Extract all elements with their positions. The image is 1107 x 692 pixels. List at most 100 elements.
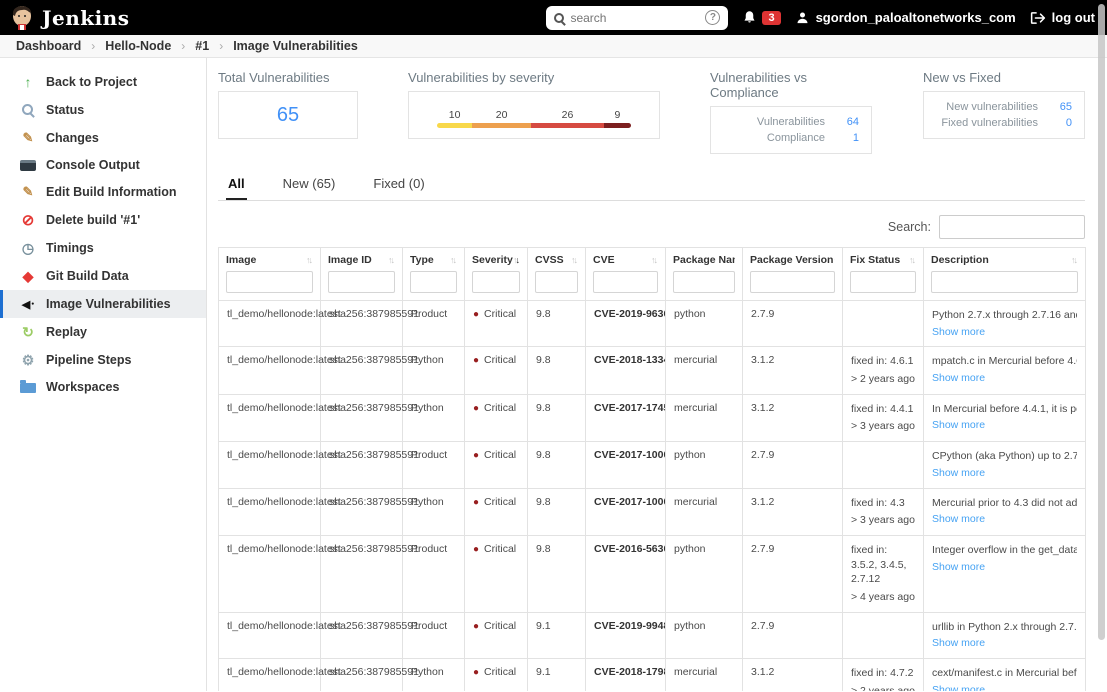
critical-dot-icon: ● xyxy=(473,543,480,555)
user-menu[interactable]: sgordon_paloaltonetworks_com xyxy=(795,10,1016,25)
column-filter-input[interactable] xyxy=(673,271,735,293)
cell-cvss: 9.8 xyxy=(527,393,586,443)
tab-all[interactable]: All xyxy=(226,170,247,200)
column-header-fix-status[interactable]: Fix Status ↑↓ xyxy=(842,247,924,301)
table-row[interactable]: tl_demo/hellonode:latest sha256:38798559… xyxy=(218,393,1086,443)
breadcrumb-dashboard[interactable]: Dashboard xyxy=(16,39,81,53)
table-row[interactable]: tl_demo/hellonode:latest sha256:38798559… xyxy=(218,441,1086,489)
severity-card: Vulnerabilities by severity 10 20 26 9 xyxy=(408,70,660,154)
breadcrumb-job[interactable]: Hello-Node xyxy=(105,39,171,53)
search-help-icon[interactable]: ? xyxy=(705,10,721,25)
sidebar-item[interactable]: Delete build '#1' xyxy=(0,206,206,234)
sort-icon[interactable]: ↑↓ xyxy=(651,255,658,265)
table-search-input[interactable] xyxy=(939,215,1085,239)
sidebar-item[interactable]: Status xyxy=(0,96,206,124)
breadcrumb-build[interactable]: #1 xyxy=(195,39,209,53)
show-more-link[interactable]: Show more xyxy=(932,325,985,340)
sidebar-item-label: Back to Project xyxy=(46,75,138,89)
twistlock-icon xyxy=(20,296,36,312)
logout-button[interactable]: log out xyxy=(1030,10,1095,25)
table-row[interactable]: tl_demo/hellonode:latest sha256:38798559… xyxy=(218,299,1086,348)
global-searchbox[interactable]: ? xyxy=(546,5,729,30)
critical-dot-icon: ● xyxy=(473,355,480,367)
sidebar-item[interactable]: Back to Project xyxy=(0,68,206,96)
vertical-scrollbar[interactable] xyxy=(1098,4,1105,640)
show-more-link[interactable]: Show more xyxy=(932,466,985,481)
cell-image: tl_demo/hellonode:latest xyxy=(218,487,341,536)
sort-icon[interactable]: ↑↓ xyxy=(388,255,395,265)
sidebar-item-label: Edit Build Information xyxy=(46,185,177,199)
table-row[interactable]: tl_demo/hellonode:latest sha256:38798559… xyxy=(218,534,1086,613)
table-row[interactable]: tl_demo/hellonode:latest sha256:38798559… xyxy=(218,611,1086,660)
cell-description: mpatch.c in Mercurial before 4.6.1 misha… xyxy=(923,346,1086,395)
sidebar-item-label: Status xyxy=(46,103,85,117)
critical-dot-icon: ● xyxy=(473,620,480,632)
column-header-image[interactable]: Image ↑↓ xyxy=(218,247,321,301)
notification-count-badge[interactable]: 3 xyxy=(762,10,781,25)
severity-segment: 20 xyxy=(472,109,532,128)
sidebar-item[interactable]: Workspaces xyxy=(0,374,206,400)
sort-icon[interactable]: ↑↓ xyxy=(909,255,916,265)
show-more-link[interactable]: Show more xyxy=(932,512,985,527)
column-filter-input[interactable] xyxy=(226,271,313,293)
column-header-cvss[interactable]: CVSS ↑↓ xyxy=(527,247,586,301)
cell-package-version: 2.7.9 xyxy=(742,441,843,489)
sort-icon[interactable]: ↑↓ xyxy=(450,255,457,265)
card-title: Total Vulnerabilities xyxy=(218,70,330,85)
table-row[interactable]: tl_demo/hellonode:latest sha256:38798559… xyxy=(218,346,1086,395)
show-more-link[interactable]: Show more xyxy=(932,560,985,575)
column-header-package-name[interactable]: Package Name↑↓ xyxy=(665,247,743,301)
column-header-severity[interactable]: Severity ↑↓ xyxy=(464,247,528,301)
notifications-bell-icon[interactable] xyxy=(742,10,757,25)
cell-fix-status: fixed in: 4.3 > 3 years ago xyxy=(842,487,924,536)
column-filter-input[interactable] xyxy=(410,271,457,293)
table-row[interactable]: tl_demo/hellonode:latest sha256:38798559… xyxy=(218,487,1086,536)
cell-fix-status: fixed in: 4.4.1 > 3 years ago xyxy=(842,393,924,443)
critical-dot-icon: ● xyxy=(473,667,480,678)
cell-cve: CVE-2019-9636 xyxy=(585,299,666,348)
show-more-link[interactable]: Show more xyxy=(932,418,985,433)
sort-icon[interactable]: ↑↓ xyxy=(833,255,835,265)
sort-icon[interactable]: ↑↓ xyxy=(571,255,578,265)
column-header-cve[interactable]: CVE ↑↓ xyxy=(585,247,666,301)
cell-fix-status: fixed in: 4.6.1 > 2 years ago xyxy=(842,346,924,395)
sort-icon[interactable]: ↑↓ xyxy=(306,255,313,265)
sidebar-item[interactable]: Git Build Data xyxy=(0,262,206,290)
column-filter-input[interactable] xyxy=(535,271,578,293)
cell-cvss: 9.1 xyxy=(527,657,586,691)
column-filter-input[interactable] xyxy=(931,271,1078,293)
sidebar-item[interactable]: Pipeline Steps xyxy=(0,346,206,374)
vulnerabilities-table: Image ↑↓ Image ID ↑↓ Type ↑↓ Severity ↑↓ CVSS ↑↓ C… xyxy=(218,247,1086,691)
column-filter-input[interactable] xyxy=(750,271,835,293)
cell-type: Python xyxy=(402,487,465,536)
show-more-link[interactable]: Show more xyxy=(932,636,985,651)
column-header-type[interactable]: Type ↑↓ xyxy=(402,247,465,301)
column-filter-input[interactable] xyxy=(328,271,395,293)
global-search-input[interactable] xyxy=(570,10,700,25)
cell-cve: CVE-2018-17983 xyxy=(585,657,666,691)
sort-icon[interactable]: ↑↓ xyxy=(513,255,520,265)
tab-fixed[interactable]: Fixed (0) xyxy=(371,170,426,200)
table-row[interactable]: tl_demo/hellonode:latest sha256:38798559… xyxy=(218,657,1086,691)
column-filter-input[interactable] xyxy=(472,271,520,293)
sidebar-item-label: Console Output xyxy=(46,158,140,172)
sidebar-item[interactable]: Image Vulnerabilities xyxy=(0,290,206,318)
column-filter-input[interactable] xyxy=(593,271,658,293)
cell-image: tl_demo/hellonode:latest xyxy=(218,534,341,613)
sidebar-item[interactable]: Edit Build Information xyxy=(0,178,206,206)
tab-new[interactable]: New (65) xyxy=(281,170,338,200)
column-filter-input[interactable] xyxy=(850,271,916,293)
jenkins-brand[interactable]: Jenkins xyxy=(10,5,129,31)
sort-icon[interactable]: ↑↓ xyxy=(1071,255,1078,265)
column-header-description[interactable]: Description ↑↓ xyxy=(923,247,1086,301)
cell-description: In Mercurial before 4.4.1, it is possibl… xyxy=(923,393,1086,443)
sidebar-item[interactable]: Changes xyxy=(0,124,206,152)
show-more-link[interactable]: Show more xyxy=(932,371,985,386)
show-more-link[interactable]: Show more xyxy=(932,683,985,691)
column-header-image-id[interactable]: Image ID ↑↓ xyxy=(320,247,403,301)
sidebar-item[interactable]: Replay xyxy=(0,318,206,346)
sidebar-item[interactable]: Timings xyxy=(0,234,206,262)
new-vs-fixed-card: New vs Fixed New vulnerabilities 65 Fixe… xyxy=(923,70,1085,154)
column-header-package-version[interactable]: Package Version↑↓ xyxy=(742,247,843,301)
sidebar-item[interactable]: Console Output xyxy=(0,152,206,178)
